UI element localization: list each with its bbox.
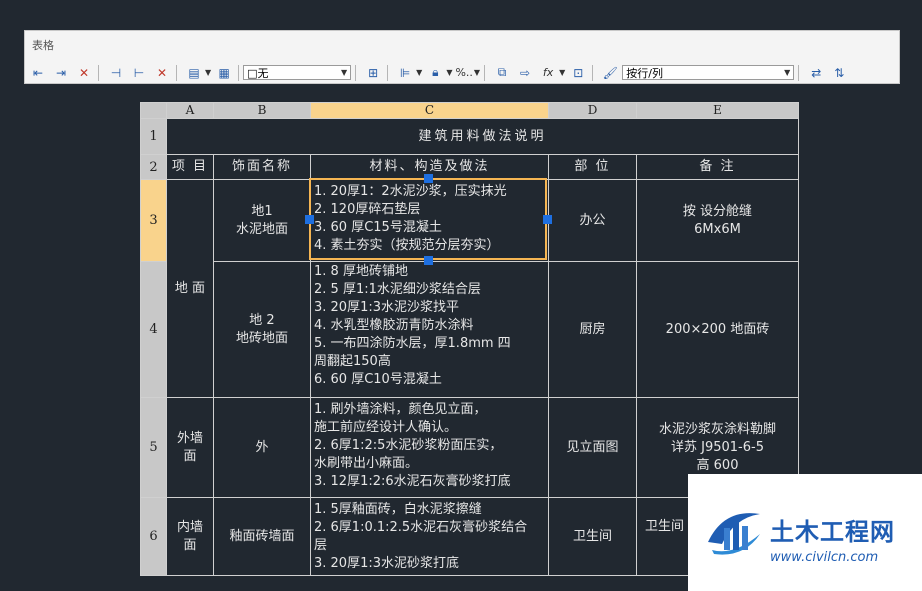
align-icon[interactable]: ⊫ <box>395 64 415 82</box>
field-icon[interactable]: ⇨ <box>515 64 535 82</box>
cell-borders-icon[interactable]: ⊞ <box>363 64 383 82</box>
r3-finish-cell[interactable]: 地1 水泥地面 <box>213 179 311 262</box>
r6-finish-cell[interactable]: 釉面砖墙面 <box>213 497 311 576</box>
r4-finish-cell[interactable]: 地 2 地砖地面 <box>213 261 311 398</box>
chevron-down-icon[interactable]: ▼ <box>474 68 480 77</box>
r5-material-cell[interactable]: 1. 刷外墙涂料，颜色见立面， 施工前应经设计人确认。 2. 6厚1:2:5水泥… <box>310 397 549 498</box>
match-cell-icon[interactable]: 🖌︎ <box>600 64 620 82</box>
row-header-3[interactable]: 3 <box>140 179 167 262</box>
column-header-a[interactable]: A <box>166 102 214 119</box>
cell-style-select[interactable]: 按行/列 ▼ <box>622 65 795 80</box>
table-toolbar-panel: 表格 ⇤ ⇥ ✕ ⊣ ⊢ ✕ ▤ ▼ ▦ □无 ▼ ⊞ ⊫ ▼ 🔒︎ ▼ %..… <box>24 30 900 84</box>
column-header-e[interactable]: E <box>636 102 799 119</box>
grip-top-handle[interactable] <box>424 174 433 183</box>
watermark: 土木工程网 www.civilcn.com <box>688 474 922 591</box>
table-title-cell[interactable]: 建筑用料做法说明 <box>166 118 799 155</box>
grip-left-handle[interactable] <box>305 215 314 224</box>
manage-cell-content-icon[interactable]: ⊡ <box>568 64 588 82</box>
toolbar-divider <box>387 64 389 81</box>
chevron-down-icon[interactable]: ▼ <box>446 68 452 77</box>
r5-finish-cell[interactable]: 外 <box>213 397 311 498</box>
data-format-button[interactable]: %.. <box>455 64 472 82</box>
insert-column-right-icon[interactable]: ⊢ <box>129 64 149 82</box>
cell-style-value: 按行/列 <box>626 66 663 80</box>
watermark-name: 土木工程网 <box>770 518 895 546</box>
r6-material-cell[interactable]: 1. 5厚釉面砖，白水泥浆擦缝 2. 6厚1:0.1:2.5水泥石灰膏砂浆结合 … <box>310 497 549 576</box>
download-data-icon[interactable]: ⇅ <box>829 64 849 82</box>
corner-header[interactable] <box>140 102 167 119</box>
chevron-down-icon: ▼ <box>784 68 791 77</box>
header-project-cell[interactable]: 项 目 <box>166 154 214 180</box>
row-header-1[interactable]: 1 <box>140 118 167 155</box>
toolbar-divider <box>355 64 357 81</box>
watermark-url: www.civilcn.com <box>770 550 879 565</box>
cell-border-value: □无 <box>247 66 269 80</box>
chevron-down-icon: ▼ <box>341 68 348 77</box>
merge-cells-icon[interactable]: ▤ <box>184 64 204 82</box>
row-header-5[interactable]: 5 <box>140 397 167 498</box>
cell-border-select[interactable]: □无 ▼ <box>243 65 352 80</box>
header-remark-cell[interactable]: 备 注 <box>636 154 799 180</box>
grip-right-handle[interactable] <box>543 215 552 224</box>
column-header-c[interactable]: C <box>310 102 549 119</box>
ground-project-cell[interactable]: 地 面 <box>166 179 214 398</box>
chevron-down-icon[interactable]: ▼ <box>416 68 422 77</box>
chevron-down-icon[interactable]: ▼ <box>205 68 211 77</box>
r3-remark-cell[interactable]: 按 设分舱缝 6Mx6M <box>636 179 799 262</box>
toolbar-divider <box>98 64 99 81</box>
r4-remark-cell[interactable]: 200×200 地面砖 <box>636 261 799 398</box>
r6-project-cell[interactable]: 内墙 面 <box>166 497 214 576</box>
header-finish-name-cell[interactable]: 饰面名称 <box>213 154 311 180</box>
civilcn-logo-icon <box>708 513 760 555</box>
insert-row-below-icon[interactable]: ⇥ <box>51 64 71 82</box>
r5-location-cell[interactable]: 见立面图 <box>548 397 637 498</box>
r4-location-cell[interactable]: 厨房 <box>548 261 637 398</box>
chevron-down-icon[interactable]: ▼ <box>559 68 565 77</box>
r3-material-cell[interactable]: 1. 20厚1：2水泥沙浆，压实抹光 2. 120厚碎石垫层 3. 60 厚C1… <box>310 179 549 262</box>
r6-location-cell[interactable]: 卫生间 <box>548 497 637 576</box>
toolbar-divider <box>592 64 594 81</box>
panel-title: 表格 <box>32 39 54 52</box>
toolbar-divider <box>238 64 240 81</box>
row-header-2[interactable]: 2 <box>140 154 167 180</box>
unmerge-cells-icon[interactable]: ▦ <box>214 64 234 82</box>
header-location-cell[interactable]: 部 位 <box>548 154 637 180</box>
toolbar-divider <box>176 64 177 81</box>
link-cell-icon[interactable]: ⇄ <box>806 64 826 82</box>
toolbar-divider <box>484 64 486 81</box>
grip-bottom-handle[interactable] <box>424 256 433 265</box>
formula-button[interactable]: fx <box>538 64 558 82</box>
insert-row-above-icon[interactable]: ⇤ <box>28 64 48 82</box>
row-header-4[interactable]: 4 <box>140 261 167 398</box>
r4-material-cell[interactable]: 1. 8 厚地砖铺地 2. 5 厚1:1水泥细沙浆结合层 3. 20厚1:3水泥… <box>310 261 549 398</box>
delete-column-icon[interactable]: ✕ <box>152 64 172 82</box>
lock-icon[interactable]: 🔒︎ <box>425 64 445 82</box>
delete-row-icon[interactable]: ✕ <box>74 64 94 82</box>
toolbar-divider <box>798 64 800 81</box>
row-header-6[interactable]: 6 <box>140 497 167 576</box>
table-toolbar: ⇤ ⇥ ✕ ⊣ ⊢ ✕ ▤ ▼ ▦ □无 ▼ ⊞ ⊫ ▼ 🔒︎ ▼ %.. ▼ … <box>25 62 899 83</box>
insert-block-icon[interactable]: ⧉ <box>492 64 512 82</box>
column-header-d[interactable]: D <box>548 102 637 119</box>
insert-column-left-icon[interactable]: ⊣ <box>106 64 126 82</box>
column-header-b[interactable]: B <box>213 102 311 119</box>
r3-location-cell[interactable]: 办公 <box>548 179 637 262</box>
r5-project-cell[interactable]: 外墙 面 <box>166 397 214 498</box>
